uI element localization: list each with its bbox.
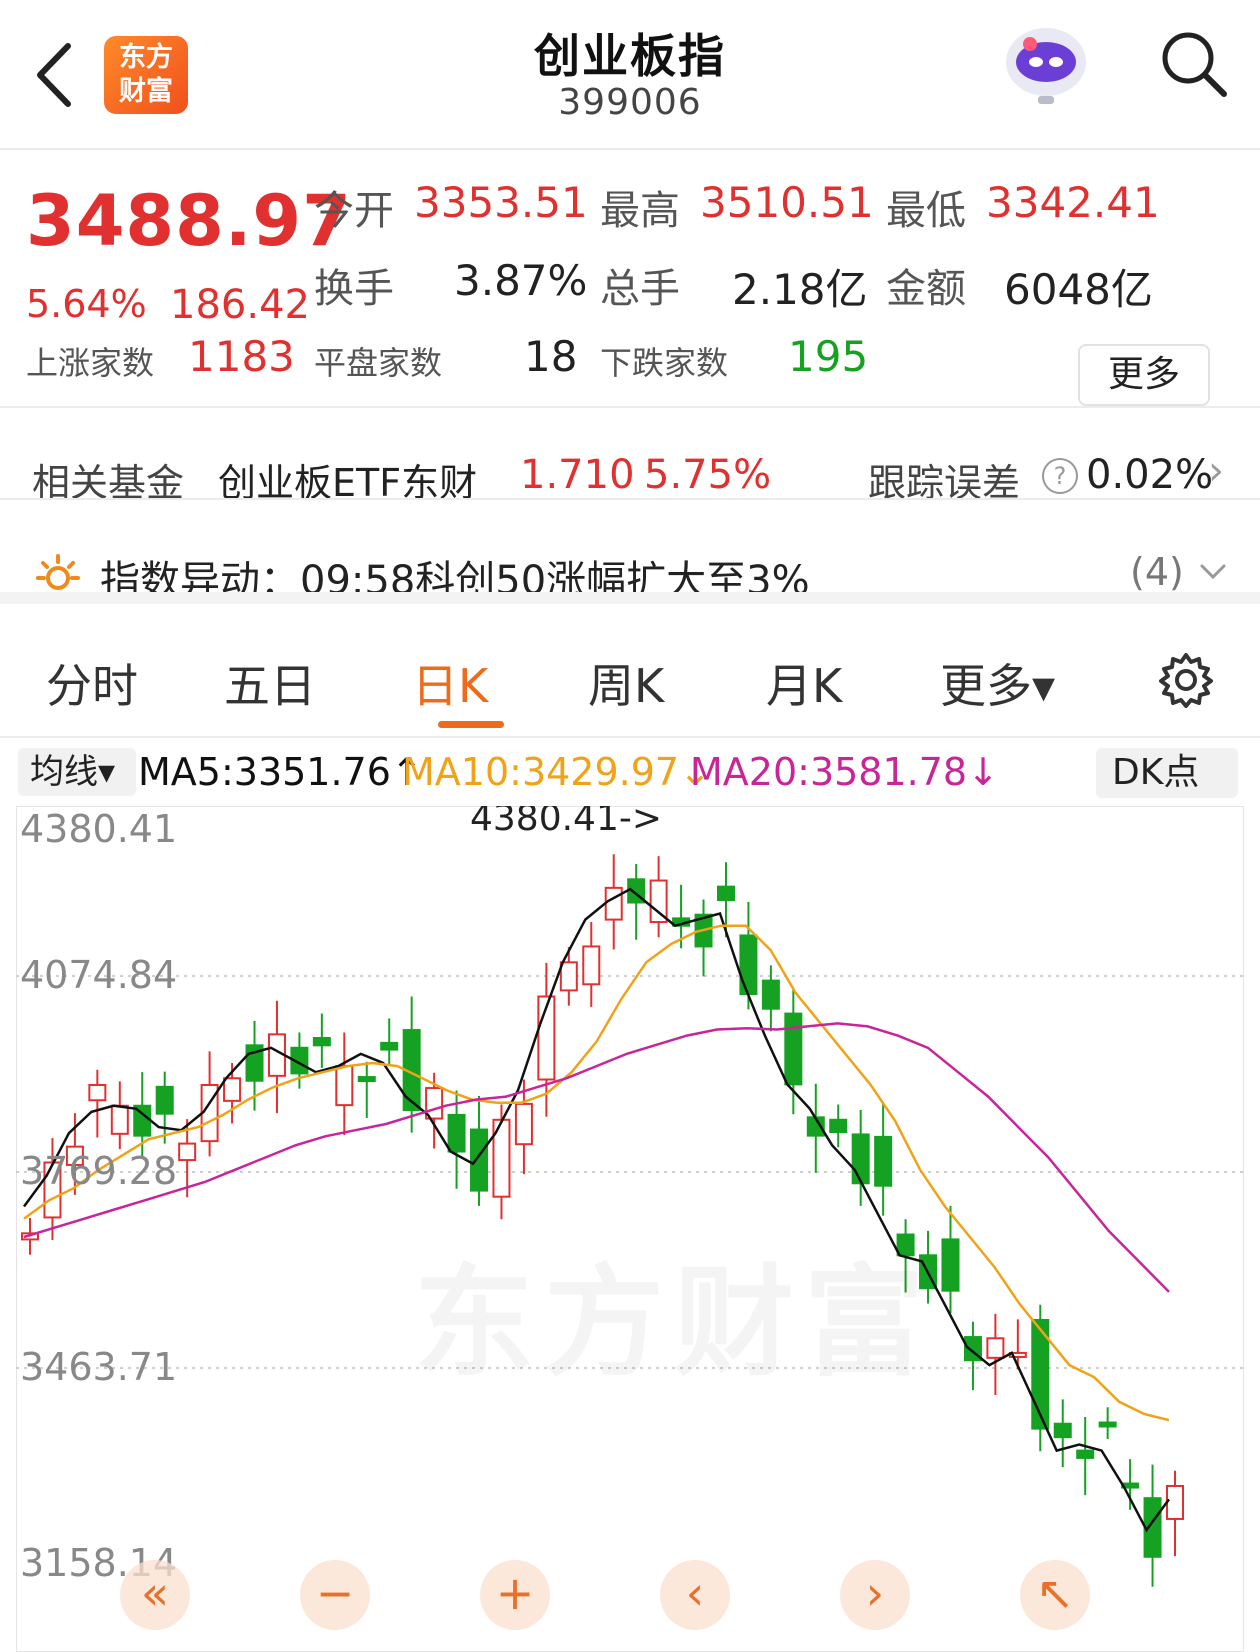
candle-body (470, 1128, 489, 1192)
open-value: 3353.51 (414, 178, 588, 227)
robot-assistant-icon[interactable] (1000, 22, 1092, 106)
change-percent: 5.64% (26, 282, 147, 326)
chevron-down-icon[interactable] (1198, 556, 1228, 586)
high-label: 最高 (600, 188, 680, 234)
volume-value: 2.18亿 (732, 265, 868, 314)
candle-body (88, 1083, 107, 1102)
max-price-annotation: 4380.41-> (470, 806, 662, 839)
candle-body (178, 1142, 197, 1162)
candle-body (447, 1113, 466, 1153)
candle-body (312, 1037, 331, 1047)
tracking-error-value: 0.02% (1086, 452, 1214, 498)
candle-body (1053, 1422, 1072, 1439)
candle-body (829, 1118, 848, 1133)
low-value: 3342.41 (986, 178, 1160, 227)
alert-count: (4) (1130, 550, 1184, 594)
turnover-value: 3.87% (454, 256, 588, 305)
current-price: 3488.97 (26, 180, 352, 262)
flat-count-label: 平盘家数 (314, 344, 443, 382)
pan-right-button[interactable]: › (840, 1560, 910, 1630)
candle-body (604, 886, 623, 921)
ma-select[interactable]: 均线▾ (18, 748, 136, 796)
help-icon[interactable]: ? (1042, 458, 1078, 494)
turnover-label: 换手 (314, 266, 394, 312)
candle-body (1166, 1484, 1184, 1520)
candle-body (582, 945, 601, 986)
down-count: 195 (788, 332, 869, 381)
candle-body (155, 1085, 174, 1115)
fund-price: 1.710 (520, 452, 635, 498)
tab-daily-k[interactable]: 日K (412, 650, 488, 716)
candle-body (559, 961, 578, 992)
candle-body (1076, 1449, 1095, 1459)
up-count: 1183 (188, 332, 295, 381)
tab-weekly-k[interactable]: 周K (588, 650, 664, 716)
watermark: 东方财富 (414, 1225, 934, 1399)
more-button[interactable]: 更多 (1078, 344, 1210, 406)
zoom-out-button[interactable]: − (300, 1560, 370, 1630)
gear-icon[interactable] (1156, 650, 1216, 710)
tab-monthly-k[interactable]: 月K (766, 650, 842, 716)
candle-body (1098, 1421, 1117, 1428)
fund-change-percent: 5.75% (644, 452, 772, 498)
candle-body (941, 1238, 960, 1292)
high-value: 3510.51 (700, 178, 874, 227)
candle-body (784, 1012, 803, 1086)
change-value: 186.42 (170, 282, 310, 328)
y-axis-label: 3769.28 (20, 1149, 177, 1193)
amount-value: 6048亿 (1004, 265, 1153, 314)
dk-point-button[interactable]: DK点 (1096, 748, 1238, 798)
search-icon[interactable] (1158, 28, 1230, 100)
candle-body (716, 885, 735, 902)
candle-body (380, 1041, 399, 1051)
low-label: 最低 (886, 188, 966, 234)
candle-body (874, 1135, 893, 1187)
down-count-label: 下跌家数 (600, 344, 729, 382)
candle-body (223, 1077, 242, 1102)
active-tab-indicator (438, 721, 504, 728)
fast-back-button[interactable]: « (120, 1560, 190, 1630)
candle-body (357, 1076, 376, 1083)
flat-count: 18 (524, 332, 578, 381)
zoom-in-button[interactable]: + (480, 1560, 550, 1630)
candle-body (761, 979, 780, 1010)
candle-body (986, 1337, 1005, 1359)
chevron-right-icon[interactable]: › (1208, 448, 1224, 494)
open-label: 今开 (314, 188, 394, 234)
y-axis-label: 4380.41 (20, 807, 177, 851)
volume-label: 总手 (600, 266, 680, 312)
tab-five-day[interactable]: 五日 (224, 650, 316, 716)
tab-more[interactable]: 更多▾ (940, 650, 1055, 716)
candle-body (514, 1102, 533, 1146)
tab-intraday[interactable]: 分时 (46, 650, 138, 716)
candle-body (110, 1104, 129, 1135)
candle-body (851, 1133, 870, 1185)
ma5-value: MA5:3351.76↑ (138, 750, 423, 794)
fullscreen-button[interactable]: ↖ (1020, 1560, 1090, 1630)
candle-body (739, 934, 758, 996)
y-axis-label: 3463.71 (20, 1345, 177, 1389)
candle-body (335, 1065, 354, 1107)
up-count-label: 上涨家数 (26, 344, 155, 382)
pan-left-button[interactable]: ‹ (660, 1560, 730, 1630)
amount-label: 金额 (886, 266, 966, 312)
ma20-value: MA20:3581.78↓ (690, 750, 999, 794)
y-axis-label: 4074.84 (20, 953, 177, 997)
ma10-value: MA10:3429.97↓ (402, 750, 711, 794)
